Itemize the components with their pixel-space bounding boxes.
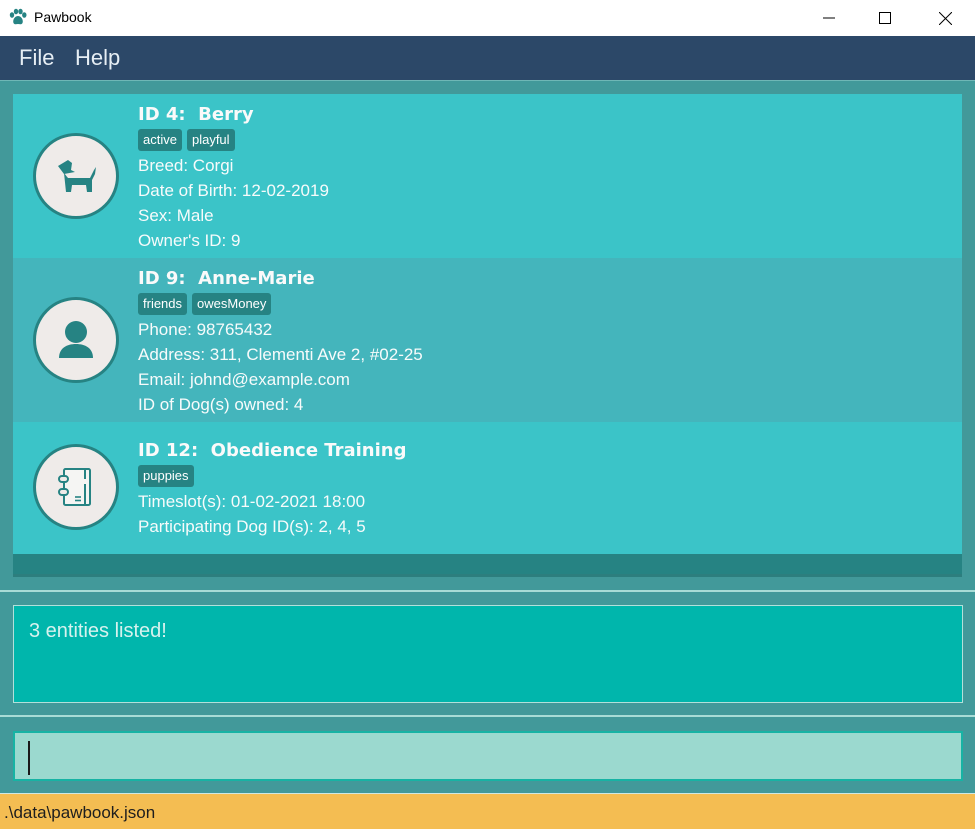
dogs-owned-field: ID of Dog(s) owned: 4 (138, 395, 304, 414)
entity-list[interactable]: ID 4: Berry active playful Breed: Corgi … (13, 94, 962, 577)
result-message: 3 entities listed! (29, 620, 167, 642)
dog-avatar (33, 133, 119, 219)
tag: puppies (138, 465, 194, 487)
minimize-button[interactable] (806, 0, 852, 36)
timeslot-field: Timeslot(s): 01-02-2021 18:00 (138, 492, 366, 511)
dob-field: Date of Birth: 12-02-2019 (138, 181, 329, 200)
entity-card-dog[interactable]: ID 4: Berry active playful Breed: Corgi … (13, 94, 962, 258)
owner-avatar (33, 297, 119, 383)
close-icon (938, 11, 952, 25)
save-file-path: .\data\pawbook.json (4, 803, 156, 822)
paw-icon (9, 8, 27, 25)
entity-title: ID 4: Berry (138, 104, 254, 125)
result-display[interactable]: 3 entities listed! (13, 605, 963, 703)
participating-dogs-field: Participating Dog ID(s): 2, 4, 5 (138, 517, 366, 536)
tag: playful (186, 129, 235, 151)
entity-card-owner[interactable]: ID 9: Anne-Marie friends owesMoney Phone… (13, 258, 962, 422)
card-details: ID 12: Obedience Training puppies Timesl… (138, 439, 406, 539)
program-avatar (33, 444, 119, 530)
menu-bar: File Help (0, 36, 975, 80)
maximize-icon (879, 12, 891, 24)
tag-list: puppies (138, 465, 406, 487)
title-bar: Pawbook (0, 0, 975, 36)
sex-field: Sex: Male (138, 206, 214, 225)
email-field: Email: johnd@example.com (138, 370, 350, 389)
tag-list: active playful (138, 129, 329, 151)
notebook-icon (58, 468, 91, 506)
close-button[interactable] (922, 0, 968, 36)
maximize-button[interactable] (862, 0, 908, 36)
command-input[interactable] (13, 731, 963, 781)
card-details: ID 9: Anne-Marie friends owesMoney Phone… (138, 267, 423, 417)
window-title: Pawbook (34, 9, 92, 25)
status-bar: .\data\pawbook.json (0, 793, 975, 829)
text-caret (28, 741, 30, 775)
tag: owesMoney (192, 293, 272, 315)
entity-card-program[interactable]: ID 12: Obedience Training puppies Timesl… (13, 422, 962, 554)
dog-icon (58, 160, 96, 192)
menu-file[interactable]: File (19, 45, 54, 71)
card-details: ID 4: Berry active playful Breed: Corgi … (138, 103, 329, 253)
phone-field: Phone: 98765432 (138, 320, 273, 339)
list-divider (13, 574, 962, 577)
tag: active (138, 129, 182, 151)
entity-title: ID 12: Obedience Training (138, 440, 407, 461)
entity-title: ID 9: Anne-Marie (138, 268, 315, 289)
minimize-icon (823, 17, 835, 19)
person-icon (59, 321, 93, 358)
menu-help[interactable]: Help (75, 45, 120, 71)
tag: friends (138, 293, 188, 315)
owner-id-field: Owner's ID: 9 (138, 231, 241, 250)
breed-field: Breed: Corgi (138, 156, 234, 175)
result-panel: 3 entities listed! (0, 590, 975, 715)
command-panel (0, 715, 975, 793)
address-field: Address: 311, Clementi Ave 2, #02-25 (138, 345, 423, 364)
entity-list-panel: ID 4: Berry active playful Breed: Corgi … (0, 80, 975, 590)
tag-list: friends owesMoney (138, 293, 423, 315)
